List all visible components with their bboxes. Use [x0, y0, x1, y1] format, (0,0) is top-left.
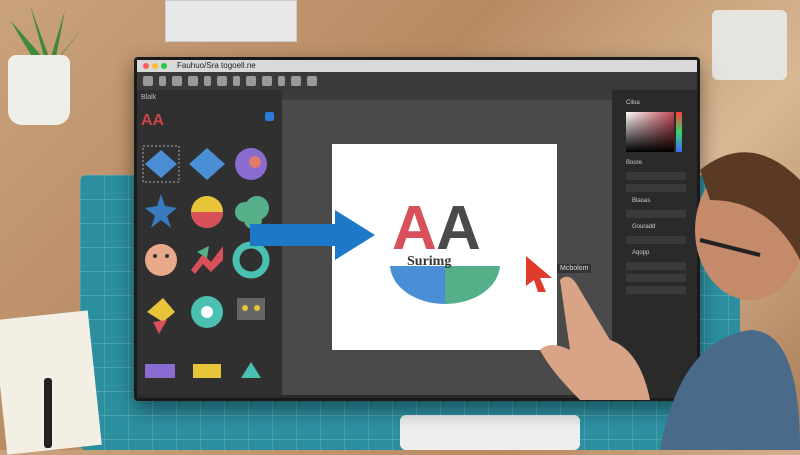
plant-pot-right: [712, 10, 787, 80]
logo-subtitle: Surimg: [407, 254, 452, 269]
shape-yellow[interactable]: [193, 364, 221, 378]
layers-icon[interactable]: [278, 76, 285, 86]
forward-icon[interactable]: [159, 76, 166, 86]
shape-yellow-red-circle[interactable]: [191, 196, 223, 228]
shape-blue-diamond[interactable]: [189, 148, 225, 180]
paper-sheet: [165, 0, 297, 42]
select-tool-icon[interactable]: [188, 76, 198, 86]
maximize-icon[interactable]: [161, 63, 167, 69]
shape-grid: [142, 145, 270, 378]
settings-icon[interactable]: [307, 76, 317, 86]
back-icon[interactable]: [143, 76, 153, 86]
minimize-icon[interactable]: [152, 63, 158, 69]
ruler: [282, 90, 612, 100]
shape-peach-face[interactable]: [145, 244, 177, 276]
shape-diamond-selected[interactable]: [142, 145, 180, 183]
tab-color[interactable]: Clloa: [626, 100, 640, 106]
shape-zigzag[interactable]: [191, 246, 223, 274]
shape-purple-circle[interactable]: [235, 148, 267, 180]
title-bar: Fauhuo/Sra togoell.ne: [137, 60, 697, 72]
zoom-tool-icon[interactable]: [246, 76, 256, 86]
hand: [540, 276, 650, 400]
window-title: Fauhuo/Sra togoell.ne: [177, 61, 256, 70]
shape-gray-robot[interactable]: [237, 298, 265, 320]
panel-header: Blalk: [141, 94, 157, 101]
shape-purple[interactable]: [145, 364, 175, 378]
align-icon[interactable]: [262, 76, 272, 86]
shape-blue-star[interactable]: [145, 194, 177, 228]
pen-tool-icon[interactable]: [204, 76, 211, 86]
blue-right-arrow-icon: [250, 210, 375, 260]
text-tool-icon[interactable]: [233, 76, 240, 86]
toolbar: [137, 72, 697, 90]
checkbox[interactable]: [265, 112, 274, 121]
export-icon[interactable]: [291, 76, 301, 86]
plant-pot: [8, 55, 70, 125]
person: [660, 152, 800, 450]
panel-logo: AA: [141, 112, 165, 129]
keyboard: [400, 415, 580, 450]
shape-teal-pie[interactable]: [191, 296, 223, 328]
shape-arrow-cluster[interactable]: [147, 298, 175, 334]
shape-teal[interactable]: [241, 362, 261, 378]
shape-tool-icon[interactable]: [217, 76, 227, 86]
move-tool-icon[interactable]: [172, 76, 182, 86]
pen: [44, 378, 52, 448]
close-icon[interactable]: [143, 63, 149, 69]
